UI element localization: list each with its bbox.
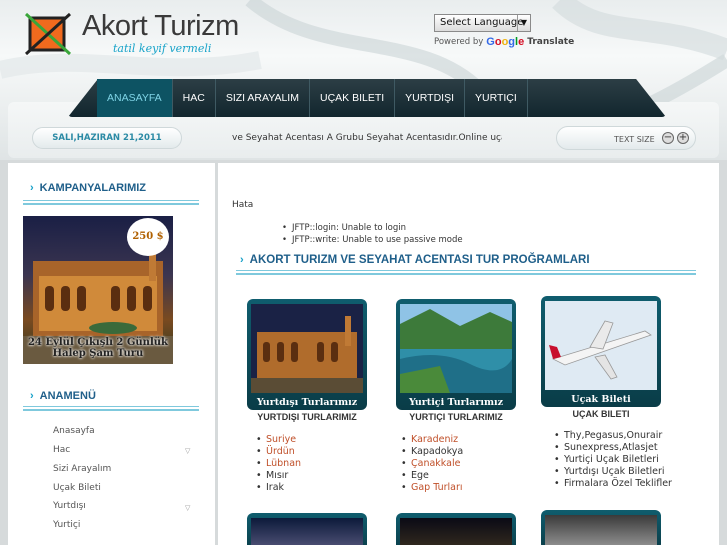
- news-ticker[interactable]: ve Seyahat Acentası A Grubu Seyahat Acen…: [232, 133, 502, 143]
- nav-yurtdisi[interactable]: YURTDIŞI: [395, 79, 465, 117]
- card-partial[interactable]: [396, 513, 516, 545]
- nav-hac[interactable]: HAC: [173, 79, 216, 117]
- category-list: Karadeniz Kapadokya Çanakkale Ege Gap Tu…: [401, 434, 463, 494]
- category-list: Suriye Ürdün Lübnan Mısır Irak: [256, 434, 301, 494]
- tour-programs-heading: › AKORT TURIZM VE SEYAHAT ACENTASI TUR P…: [240, 254, 590, 266]
- card-ucak-bileti[interactable]: Uçak Bileti: [541, 296, 661, 407]
- nav-anasayfa[interactable]: ANASAYFA: [97, 79, 173, 117]
- divider: [236, 270, 696, 275]
- divider: [23, 200, 199, 205]
- list-item[interactable]: Ürdün: [256, 446, 301, 458]
- date-display: SALI,HAZIRAN 21,2011: [32, 127, 182, 149]
- nav-ucak-bileti[interactable]: UÇAK BILETI: [310, 79, 396, 117]
- list-item: Yurtdışı Uçak Biletleri: [554, 466, 672, 478]
- translate-label: Translate: [527, 37, 575, 47]
- card-label: Yurtiçi Turlarımız: [408, 397, 504, 408]
- sidebar-item-yurtici[interactable]: Yurtiçi: [53, 520, 80, 530]
- brand-slogan: tatil keyif vermeli: [113, 42, 212, 55]
- main-menu-heading: › ANAMENÜ: [30, 390, 96, 402]
- card-photo: [545, 301, 657, 390]
- google-logo: Google: [486, 36, 525, 48]
- list-item: Kapadokya: [401, 446, 463, 458]
- list-item: Sunexpress,Atlasjet: [554, 442, 672, 454]
- sidebar-item-yurtdisi[interactable]: Yurtdışı: [53, 501, 86, 511]
- promo-price-badge: 250 $: [127, 218, 169, 256]
- logo-icon[interactable]: [24, 12, 72, 56]
- nav-yurtici[interactable]: YURTIÇI: [465, 79, 528, 117]
- chevron-right-icon: ›: [240, 254, 244, 266]
- category-list: Thy,Pegasus,Onurair Sunexpress,Atlasjet …: [554, 430, 672, 490]
- card-label: Yurtdışı Turlarımız: [256, 397, 358, 408]
- list-item[interactable]: Suriye: [256, 434, 301, 446]
- text-size-label: TEXT SIZE: [614, 135, 655, 144]
- chevron-right-icon: ›: [30, 390, 34, 402]
- category-title[interactable]: YURTDIŞI TURLARIMIZ: [247, 412, 367, 422]
- text-size-decrease-icon[interactable]: −: [662, 132, 674, 144]
- chevron-right-icon: ›: [30, 182, 34, 194]
- expand-arrow-icon[interactable]: ▽: [185, 447, 190, 455]
- sidebar-item-sizi-arayalim[interactable]: Sizi Arayalım: [53, 464, 111, 474]
- error-message: JFTP::write: Unable to use passive mode: [282, 234, 463, 246]
- powered-by-google-translate[interactable]: Powered by Google Translate: [434, 36, 574, 48]
- expand-arrow-icon[interactable]: ▽: [185, 504, 190, 512]
- card-yurtdisi[interactable]: Yurtdışı Turlarımız: [247, 299, 367, 410]
- card-photo: [400, 304, 512, 393]
- error-list: JFTP::login: Unable to login JFTP::write…: [282, 222, 463, 246]
- nav-sizi-arayalim[interactable]: SIZI ARAYALIM: [216, 79, 310, 117]
- list-item: Ege: [401, 470, 463, 482]
- error-title: Hata: [232, 200, 254, 210]
- main-nav: ANASAYFA HAC SIZI ARAYALIM UÇAK BILETI Y…: [97, 79, 528, 117]
- promo-caption: 24 Eylül Çıkışlı 2 Günlük Halep Şam Turu: [28, 337, 168, 359]
- list-item: Firmalara Özel Teklifler: [554, 478, 672, 490]
- list-item: Mısır: [256, 470, 301, 482]
- list-item: Irak: [256, 482, 301, 494]
- language-select-label: Select Language: [440, 17, 524, 28]
- list-item[interactable]: Karadeniz: [401, 434, 463, 446]
- text-size-increase-icon[interactable]: +: [677, 132, 689, 144]
- card-label: Uçak Bileti: [571, 394, 631, 405]
- brand-name[interactable]: Akort Turizm: [82, 10, 239, 43]
- category-title[interactable]: UÇAK BILETI: [541, 409, 661, 419]
- campaign-banner[interactable]: 250 $ 24 Eylül Çıkışlı 2 Günlük Halep Şa…: [23, 216, 173, 364]
- sidebar-item-anasayfa[interactable]: Anasayfa: [53, 426, 95, 436]
- card-partial[interactable]: [541, 510, 661, 545]
- campaigns-heading: › KAMPANYALARIMIZ: [30, 182, 147, 194]
- powered-by-label: Powered by: [434, 37, 484, 47]
- card-photo: [251, 304, 363, 393]
- sidebar-item-hac[interactable]: Hac: [53, 445, 70, 455]
- list-item[interactable]: Gap Turları: [401, 482, 463, 494]
- divider: [23, 406, 199, 411]
- card-yurtici[interactable]: Yurtiçi Turlarımız: [396, 299, 516, 410]
- list-item: Yurtiçi Uçak Biletleri: [554, 454, 672, 466]
- category-title[interactable]: YURTIÇI TURLARIMIZ: [396, 412, 516, 422]
- list-item[interactable]: Çanakkale: [401, 458, 463, 470]
- dropdown-arrow-icon: ▼: [517, 15, 530, 31]
- card-partial[interactable]: [247, 513, 367, 545]
- list-item: Thy,Pegasus,Onurair: [554, 430, 672, 442]
- error-message: JFTP::login: Unable to login: [282, 222, 463, 234]
- language-select[interactable]: Select Language ▼: [434, 14, 531, 32]
- list-item[interactable]: Lübnan: [256, 458, 301, 470]
- sidebar-item-ucak-bileti[interactable]: Uçak Bileti: [53, 483, 101, 493]
